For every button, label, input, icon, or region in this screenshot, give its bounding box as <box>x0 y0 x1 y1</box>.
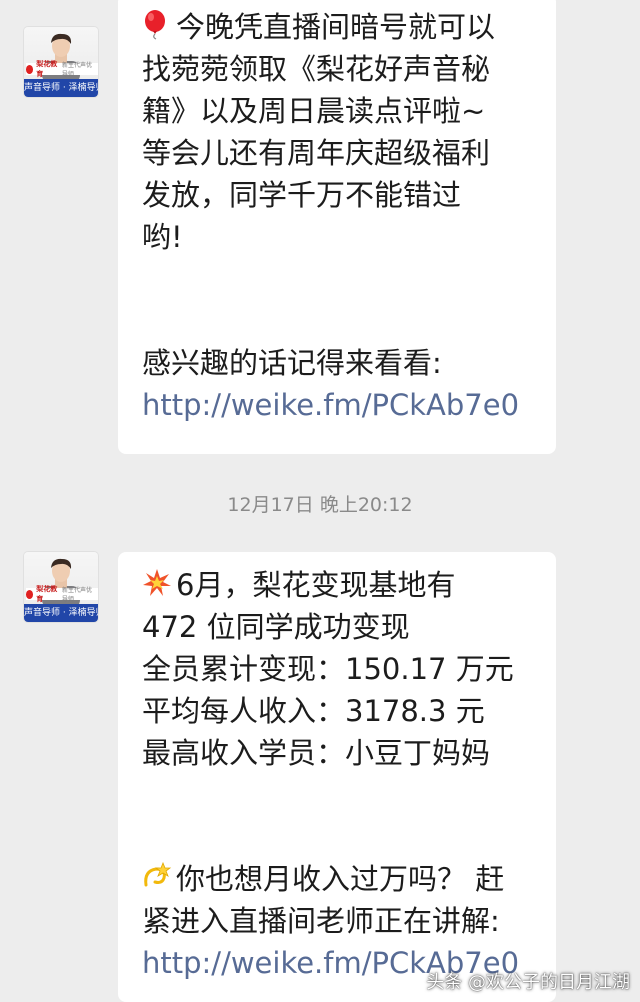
avatar-caption: 声音导师 · 泽楠导师 <box>24 604 98 622</box>
message-line: 等会儿还有周年庆超级福利 <box>142 136 491 170</box>
message-line: 籍》以及周日晨读点评啦~ <box>142 94 486 128</box>
message-line: 发放，同学千万不能错过 <box>142 178 462 212</box>
message-line: 紧进入直播间老师正在讲解: <box>142 904 500 938</box>
message-cta: 感兴趣的话记得来看看: <box>142 346 442 380</box>
avatar[interactable]: 梨花教育 新生代声优导师 声音导师 · 泽楠导师 <box>24 27 98 97</box>
avatar[interactable]: 梨花教育 新生代声优导师 声音导师 · 泽楠导师 <box>24 552 98 622</box>
balloon-emoji-icon <box>145 10 165 40</box>
brand-logo-icon <box>26 589 34 599</box>
message-line: 6月，梨花变现基地有 <box>142 564 534 606</box>
message-line: 你也想月收入过万吗？ 赶 <box>142 858 534 900</box>
message-line: 最高收入学员：小豆丁妈妈 <box>142 736 491 770</box>
message-line: 找菀菀领取《梨花好声音秘 <box>142 52 491 86</box>
brand-subtitle: 新生代声优导师 <box>61 587 92 603</box>
dizzy-emoji-icon <box>144 861 172 887</box>
message-bubble[interactable]: 6月，梨花变现基地有 472 位同学成功变现 全员累计变现：150.17 万元 … <box>118 552 556 1002</box>
brand-name: 梨花教育 <box>36 60 58 78</box>
avatar-brand: 梨花教育 新生代声优导师 <box>26 585 98 603</box>
message-link[interactable]: http://weike.fm/PCkAb7e0 <box>142 384 534 426</box>
brand-name: 梨花教育 <box>36 585 58 603</box>
avatar-caption: 声音导师 · 泽楠导师 <box>24 79 98 97</box>
message-bubble[interactable]: 今晚凭直播间暗号就可以 找菀菀领取《梨花好声音秘 籍》以及周日晨读点评啦~ 等会… <box>118 0 556 454</box>
brand-subtitle: 新生代声优导师 <box>61 62 92 78</box>
message-line: 哟! <box>142 220 183 254</box>
avatar-brand: 梨花教育 新生代声优导师 <box>26 60 98 78</box>
message-line: 全员累计变现：150.17 万元 <box>142 652 514 686</box>
watermark: 头条 @欢公子的日月江湖 <box>426 972 630 993</box>
message-line: 今晚凭直播间暗号就可以 <box>142 6 534 48</box>
message-line: 472 位同学成功变现 <box>142 610 410 644</box>
collision-emoji-icon <box>143 569 171 596</box>
message-line: 平均每人收入：3178.3 元 <box>142 694 485 728</box>
brand-logo-icon <box>26 64 34 74</box>
timestamp: 12月17日 晚上20:12 <box>227 494 413 516</box>
